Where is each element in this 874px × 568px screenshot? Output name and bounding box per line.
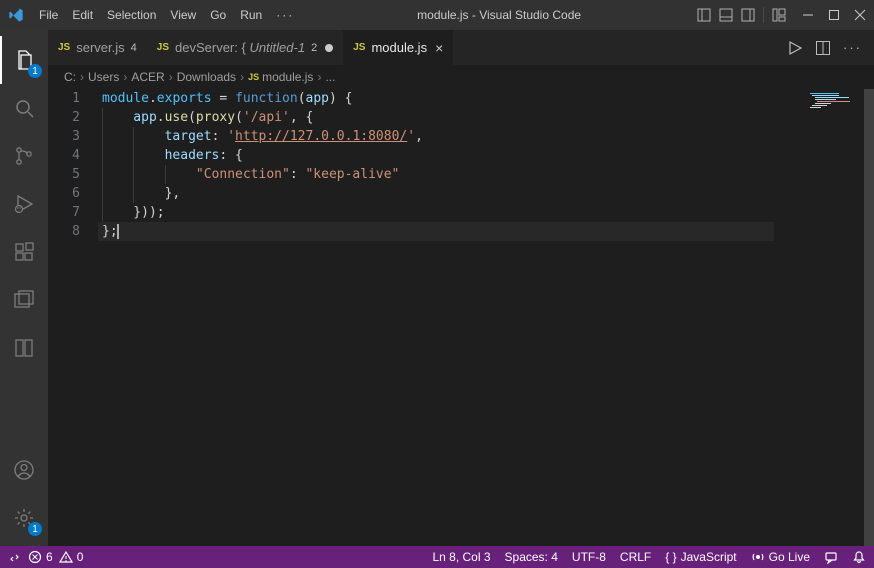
broadcast-icon <box>751 550 765 564</box>
braces-icon: { } <box>665 550 676 564</box>
window-title: module.js - Visual Studio Code <box>301 8 697 22</box>
menu-selection[interactable]: Selection <box>100 8 163 22</box>
minimap[interactable] <box>774 89 874 546</box>
run-icon[interactable] <box>787 40 803 56</box>
activity-open-editors[interactable] <box>0 276 48 324</box>
split-editor-icon[interactable] <box>815 40 831 56</box>
code-editor[interactable]: 12345678 module.exports = function(app) … <box>48 89 874 546</box>
activity-explorer[interactable]: 1 <box>0 36 48 84</box>
tab-module-js[interactable]: JS module.js × <box>343 30 453 65</box>
tab-label: devServer: { Untitled-1 <box>175 40 305 55</box>
status-language[interactable]: { } JavaScript <box>665 550 736 564</box>
scrollbar-thumb[interactable] <box>864 89 874 546</box>
layout-divider <box>763 7 764 23</box>
vscode-logo-icon <box>8 7 24 23</box>
js-icon: JS <box>353 42 365 53</box>
js-icon: JS <box>157 42 169 53</box>
explorer-badge: 1 <box>28 64 42 78</box>
menu-file[interactable]: File <box>32 8 65 22</box>
minimize-icon[interactable] <box>802 9 814 21</box>
close-icon[interactable] <box>854 9 866 21</box>
editor-group: JS server.js 4 JS devServer: { Untitled-… <box>48 30 874 546</box>
tab-close-icon[interactable]: × <box>435 40 443 56</box>
activity-extensions[interactable] <box>0 228 48 276</box>
maximize-icon[interactable] <box>828 9 840 21</box>
customize-layout-icon[interactable] <box>772 8 786 22</box>
vertical-scrollbar[interactable] <box>864 89 874 546</box>
breadcrumb-segment[interactable]: Downloads <box>177 70 236 84</box>
status-bar: 6 0 6 0 Ln 8, Col 3 Spaces: 4 UTF-8 CRLF… <box>0 546 874 568</box>
tab-devserver[interactable]: JS devServer: { Untitled-1 2 <box>147 30 343 65</box>
activity-source-control[interactable] <box>0 132 48 180</box>
title-bar: File Edit Selection View Go Run ··· modu… <box>0 0 874 30</box>
status-eol[interactable]: CRLF <box>620 550 651 564</box>
js-icon: JS <box>58 42 70 53</box>
more-actions-icon[interactable]: ··· <box>843 40 862 55</box>
activity-custom[interactable] <box>0 324 48 372</box>
menu-view[interactable]: View <box>163 8 203 22</box>
window-controls <box>802 9 866 21</box>
settings-badge: 1 <box>28 522 42 536</box>
modified-dot-icon <box>325 44 333 52</box>
error-icon <box>28 550 42 564</box>
panel-bottom-icon[interactable] <box>719 8 733 22</box>
layout-controls <box>697 7 786 23</box>
tab-bar: JS server.js 4 JS devServer: { Untitled-… <box>48 30 874 65</box>
js-icon: JS <box>248 72 259 82</box>
breadcrumb-segment[interactable]: ACER <box>131 70 164 84</box>
status-remote[interactable] <box>8 550 22 564</box>
code-content[interactable]: module.exports = function(app) {app.use(… <box>98 89 774 546</box>
activity-bar: 1 1 <box>0 30 48 546</box>
activity-run-debug[interactable] <box>0 180 48 228</box>
breadcrumb-segment[interactable]: Users <box>88 70 119 84</box>
activity-settings[interactable]: 1 <box>0 494 48 542</box>
menu-bar: File Edit Selection View Go Run ··· <box>32 8 301 22</box>
feedback-icon <box>824 550 838 564</box>
status-feedback[interactable] <box>824 550 838 564</box>
status-errors[interactable]: 6 0 6 <box>28 550 53 564</box>
tab-label: module.js <box>371 40 427 55</box>
activity-search[interactable] <box>0 84 48 132</box>
tab-problems-count: 4 <box>131 42 137 54</box>
activity-accounts[interactable] <box>0 446 48 494</box>
menu-go[interactable]: Go <box>203 8 233 22</box>
breadcrumbs[interactable]: C:› Users› ACER› Downloads› JS module.js… <box>48 65 874 89</box>
breadcrumb-segment[interactable]: C: <box>64 70 76 84</box>
status-warnings[interactable]: 0 <box>59 550 84 564</box>
breadcrumb-more[interactable]: ... <box>325 70 335 84</box>
tab-actions: ··· <box>775 30 874 65</box>
menu-edit[interactable]: Edit <box>65 8 100 22</box>
tab-server-js[interactable]: JS server.js 4 <box>48 30 147 65</box>
status-cursor[interactable]: Ln 8, Col 3 <box>432 550 490 564</box>
menu-overflow[interactable]: ··· <box>269 8 301 22</box>
status-go-live[interactable]: Go Live <box>751 550 810 564</box>
bell-icon <box>852 550 866 564</box>
menu-run[interactable]: Run <box>233 8 269 22</box>
warning-icon <box>59 550 73 564</box>
breadcrumb-file[interactable]: module.js <box>262 70 313 84</box>
tab-problems-count: 2 <box>311 42 317 54</box>
panel-right-icon[interactable] <box>741 8 755 22</box>
remote-icon <box>8 550 22 564</box>
line-numbers: 12345678 <box>48 89 98 546</box>
status-notifications[interactable] <box>852 550 866 564</box>
tab-label: server.js <box>76 40 124 55</box>
panel-left-icon[interactable] <box>697 8 711 22</box>
status-encoding[interactable]: UTF-8 <box>572 550 606 564</box>
status-indent[interactable]: Spaces: 4 <box>505 550 558 564</box>
